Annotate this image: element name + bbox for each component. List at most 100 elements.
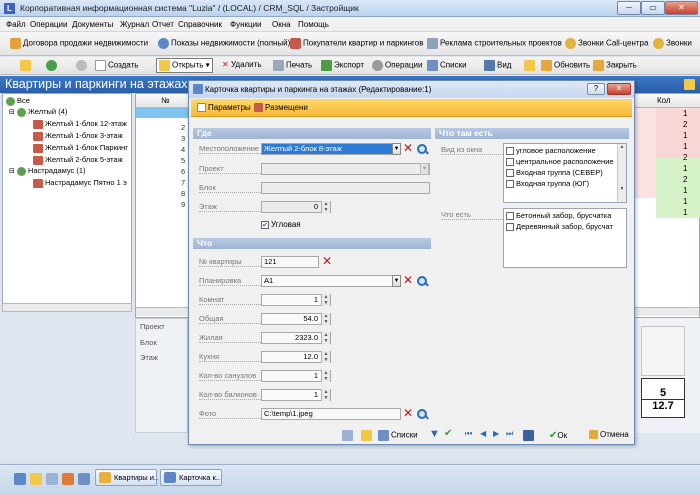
view-button[interactable]: Вид	[484, 60, 511, 71]
menu-report[interactable]: Отчет	[152, 20, 174, 29]
close-view-button[interactable]: Закрыть	[593, 60, 637, 71]
menu-operations[interactable]: Операции	[30, 20, 67, 29]
location-clear-icon[interactable]: ✕	[402, 142, 414, 155]
lists-button[interactable]: Списки	[427, 60, 467, 71]
comment-icon[interactable]	[342, 430, 353, 441]
list-item[interactable]: Входная группа (ЮГ)	[506, 179, 589, 189]
folder-icon[interactable]	[30, 473, 42, 485]
photo-clear-icon[interactable]: ✕	[402, 407, 414, 420]
grid-col-kol[interactable]: Кол	[657, 96, 671, 105]
tree-item[interactable]: Желтый 2-блок 5-этаж	[33, 155, 123, 165]
menu-functions[interactable]: Функции	[230, 20, 262, 29]
maximize-button[interactable]: ▭	[641, 1, 665, 15]
tab-parameters[interactable]: Параметры	[197, 103, 251, 113]
location-search-icon[interactable]	[416, 143, 428, 155]
grid-col-no[interactable]: №	[161, 96, 170, 105]
operations-button[interactable]: Операции	[372, 60, 422, 71]
menu-journal[interactable]: Журнал	[120, 20, 149, 29]
list-icon[interactable]	[78, 473, 90, 485]
photo-browse-icon[interactable]	[416, 408, 428, 420]
refresh-arrow-icon[interactable]	[46, 60, 57, 71]
toolbar-calls[interactable]: Звонки	[653, 38, 692, 49]
list-item[interactable]: угловое расположение	[506, 146, 596, 156]
checkbox-icon[interactable]	[506, 223, 514, 232]
minimize-button[interactable]: ─	[617, 1, 641, 15]
toolbar-call-center[interactable]: Звонки Call-центра	[565, 38, 648, 49]
tree-item[interactable]: Желтый 1-блок Паркинг	[33, 143, 128, 153]
corner-checkbox[interactable]: ✔ Угловая	[261, 220, 301, 229]
report-icon[interactable]	[62, 473, 74, 485]
list-item[interactable]: Входная группа (СЕВЕР)	[506, 168, 603, 178]
floor-spinner[interactable]: ▲ ▼	[321, 201, 330, 213]
window-icon[interactable]	[46, 473, 58, 485]
taskbar-card-window[interactable]: Карточка к..	[160, 469, 222, 486]
delete-button[interactable]: ✕ Удалить	[222, 60, 261, 69]
app-icon[interactable]	[14, 473, 26, 485]
menu-documents[interactable]: Документы	[72, 20, 113, 29]
apartment-area-card[interactable]: 5 12.7	[641, 378, 685, 418]
first-record-icon[interactable]: ⏮	[465, 429, 472, 439]
settings-icon[interactable]	[76, 60, 87, 71]
tree-group-nastradamus[interactable]: ⊟ Настрадамус (1)	[9, 166, 86, 176]
list-scrollbar[interactable]: ▲ ▼	[617, 144, 626, 202]
balconies-spinner[interactable]: ▲ ▼	[321, 389, 330, 401]
menu-help[interactable]: Помощь	[298, 20, 329, 29]
layout-dropdown[interactable]: ▼	[392, 275, 401, 287]
toolbar-buyers[interactable]: Покупатели квартир и паркингов	[290, 38, 423, 49]
tree-item[interactable]: Желтый 1-блок 12-этаж	[33, 119, 127, 129]
close-window-button[interactable]: ✕	[665, 1, 698, 15]
toolbar-showings[interactable]: Показы недвижимости (полный)	[158, 38, 290, 49]
refresh-button[interactable]: Обновить	[541, 60, 590, 71]
tree-group-yellow[interactable]: ⊟ Желтый (4)	[9, 107, 67, 117]
open-button[interactable]: Открыть ▾	[156, 58, 213, 73]
menu-file[interactable]: Файл	[6, 20, 26, 29]
menu-windows[interactable]: Окна	[272, 20, 291, 29]
tree-horizontal-scrollbar[interactable]	[2, 303, 132, 312]
taskbar-apartments-window[interactable]: Квартиры и..	[95, 469, 158, 486]
what-is-there-list[interactable]: Бетонный забор, брусчатка Деревянный заб…	[503, 208, 627, 268]
dialog-help-button[interactable]: ?	[587, 83, 605, 95]
photo-path-field[interactable]: C:\temp\1.jpeg	[261, 408, 401, 420]
location-field[interactable]: Желтый 2-блок 8-этаж	[261, 143, 393, 155]
save-icon[interactable]	[523, 430, 534, 441]
checkbox-icon[interactable]	[506, 212, 514, 221]
create-button[interactable]: Создать	[95, 60, 138, 71]
checkbox-icon[interactable]	[506, 158, 514, 167]
location-dropdown[interactable]: ▼	[392, 143, 401, 155]
list-item[interactable]: Бетонный забор, брусчатка	[506, 211, 611, 221]
menu-reference[interactable]: Справочник	[178, 20, 222, 29]
kitchen-spinner[interactable]: ▲ ▼	[321, 351, 330, 363]
list-item[interactable]: Деревянный забор, брусчат	[506, 222, 613, 232]
panel-settings-icon[interactable]	[684, 79, 695, 90]
export-button[interactable]: Экспорт	[321, 60, 364, 71]
folder-icon[interactable]	[361, 430, 372, 441]
tree-item[interactable]: Желтый 1-блок 3-этаж	[33, 131, 123, 141]
layout-clear-icon[interactable]: ✕	[402, 274, 414, 287]
previous-record-icon[interactable]: ◀	[480, 429, 486, 438]
next-record-icon[interactable]: ▶	[493, 429, 499, 438]
rooms-spinner[interactable]: ▲ ▼	[321, 294, 330, 306]
checkbox-icon[interactable]	[506, 147, 514, 156]
checkbox-icon[interactable]	[506, 169, 514, 178]
layout-search-icon[interactable]	[416, 275, 428, 287]
folder-icon[interactable]	[20, 60, 31, 71]
tree-item[interactable]: Настрадамус Пятно 1 э	[33, 178, 127, 188]
project-field[interactable]	[261, 163, 430, 175]
print-button[interactable]: Печать	[273, 60, 312, 71]
apartment-no-clear-icon[interactable]: ✕	[321, 255, 333, 268]
list-item[interactable]: центральное расположение	[506, 157, 614, 167]
project-dropdown[interactable]: ▼	[420, 163, 429, 175]
filter-icon[interactable]: ▼	[429, 428, 440, 440]
toolbar-advertising[interactable]: Реклама строительных проектов	[427, 38, 562, 49]
ok-button[interactable]: ✔Ок	[549, 430, 567, 441]
attach-icon[interactable]	[524, 60, 535, 71]
apartment-no-field[interactable]: 121	[261, 256, 319, 268]
living-area-spinner[interactable]: ▲ ▼	[321, 332, 330, 344]
last-record-icon[interactable]: ⏭	[506, 429, 513, 439]
tree-root[interactable]: Все	[6, 96, 30, 106]
bathrooms-spinner[interactable]: ▲ ▼	[321, 370, 330, 382]
apply-check-icon[interactable]: ✔	[444, 428, 452, 439]
toolbar-sales-contracts[interactable]: Договора продажи недвижимости	[10, 38, 148, 49]
dialog-close-button[interactable]: ✕	[607, 83, 631, 95]
grid-selected-row[interactable]	[136, 108, 188, 118]
